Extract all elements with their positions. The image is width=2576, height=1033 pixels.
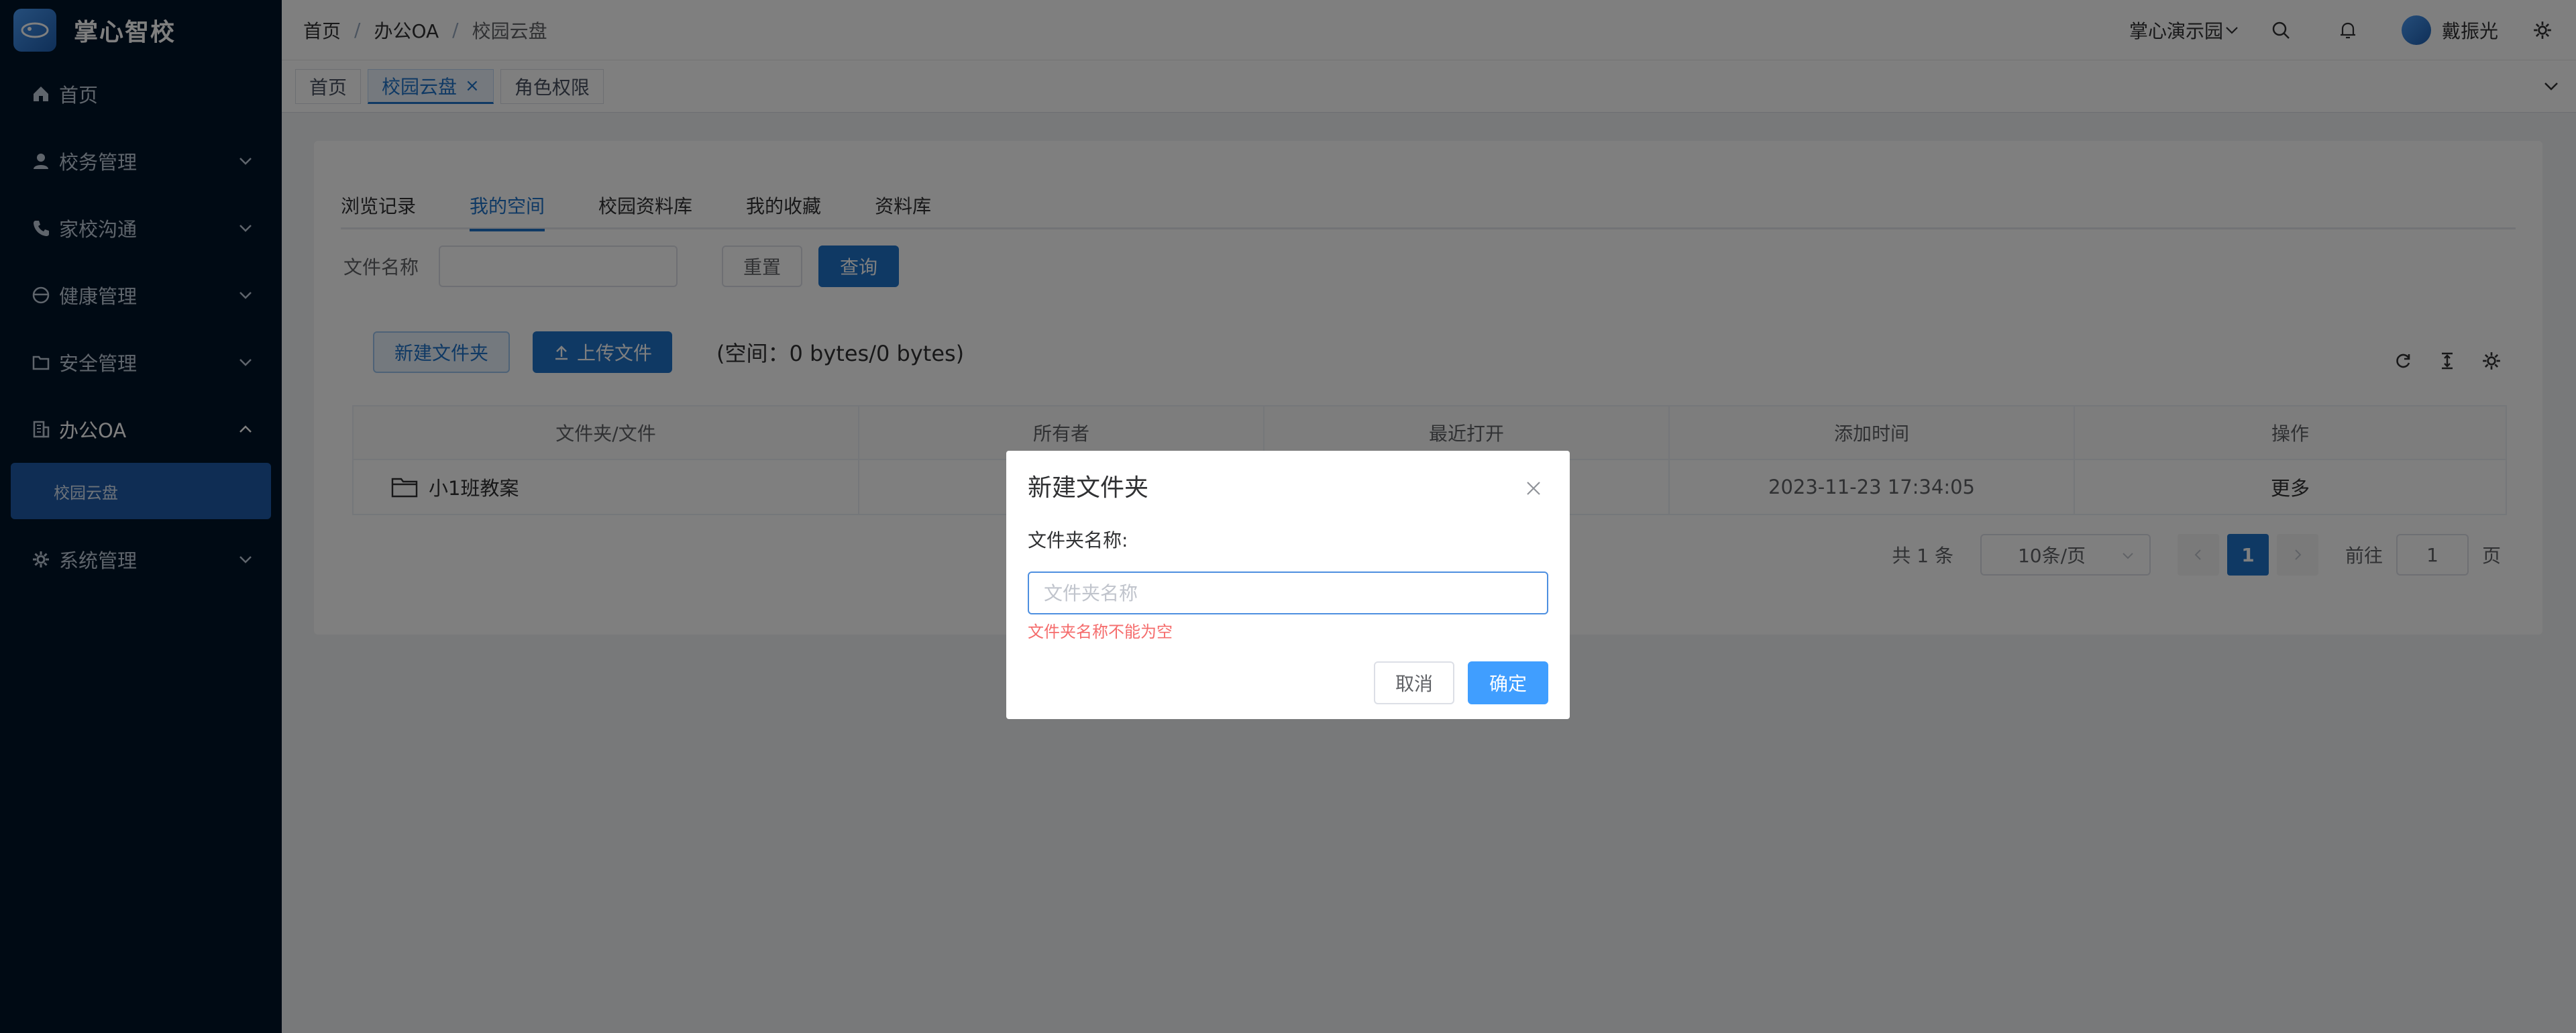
cancel-button[interactable]: 取消 xyxy=(1374,661,1454,704)
new-folder-dialog: 新建文件夹 文件夹名称: 文件夹名称不能为空 取消 确定 xyxy=(1006,451,1570,719)
dialog-title: 新建文件夹 xyxy=(1028,474,1149,502)
validation-error: 文件夹名称不能为空 xyxy=(1028,622,1173,641)
folder-name-label: 文件夹名称: xyxy=(1028,529,1128,551)
close-icon[interactable] xyxy=(1524,479,1543,498)
confirm-button[interactable]: 确定 xyxy=(1468,661,1548,704)
folder-name-input[interactable] xyxy=(1028,572,1548,614)
